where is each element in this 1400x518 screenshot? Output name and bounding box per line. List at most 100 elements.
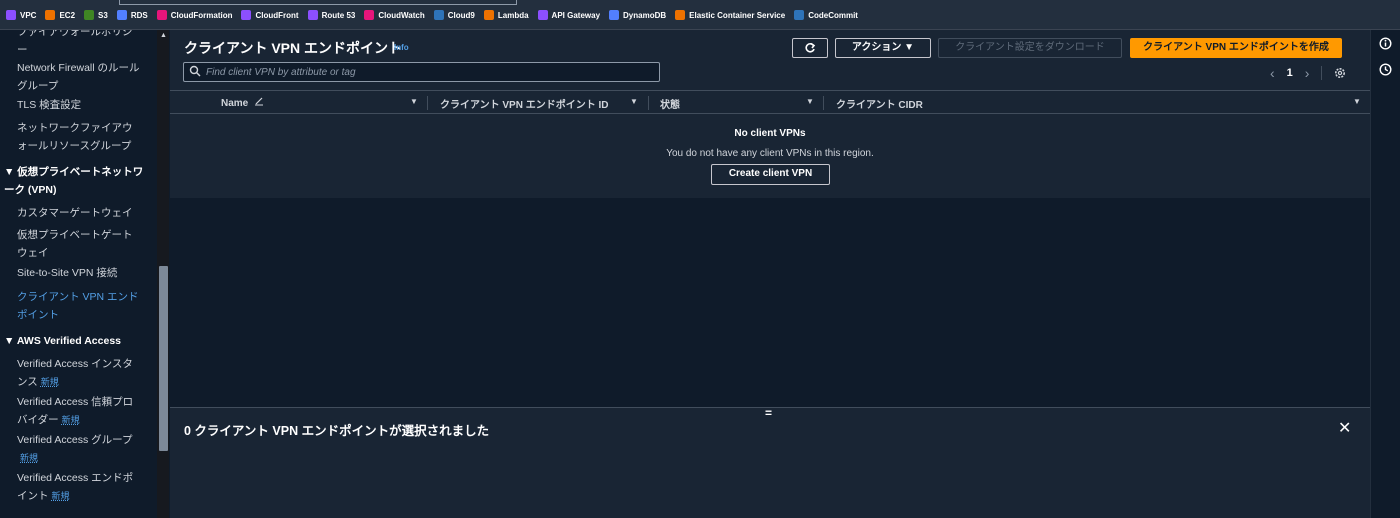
favorite-cloudfront[interactable]: CloudFront xyxy=(241,10,299,20)
split-panel-resize-handle[interactable]: = xyxy=(765,406,772,420)
favorite-s3[interactable]: S3 xyxy=(84,10,108,20)
favorite-codecommit[interactable]: CodeCommit xyxy=(794,10,858,20)
column-divider xyxy=(648,96,649,110)
column-header-name[interactable]: Name xyxy=(221,96,264,109)
search-input[interactable] xyxy=(206,65,646,79)
search-field[interactable] xyxy=(183,62,660,82)
service-icon xyxy=(609,10,620,20)
current-page[interactable]: 1 xyxy=(1287,67,1293,79)
favorite-api-gateway[interactable]: API Gateway xyxy=(537,10,600,20)
sidebar-item[interactable]: Site-to-Site VPN 接続 xyxy=(17,264,142,282)
column-divider xyxy=(823,96,824,110)
sidebar-item[interactable]: カスタマーゲートウェイ xyxy=(17,204,142,222)
sort-caret-icon[interactable]: ▼ xyxy=(410,97,418,106)
sort-caret-icon[interactable]: ▼ xyxy=(806,97,814,106)
service-icon xyxy=(45,10,56,20)
previous-page-icon[interactable]: ‹ xyxy=(1270,65,1275,81)
favorite-elastic-container-service[interactable]: Elastic Container Service xyxy=(675,10,785,20)
sidebar-item[interactable]: Verified Access グループ新規 xyxy=(17,431,142,467)
create-client-vpn-endpoint-button[interactable]: クライアント VPN エンドポイントを作成 xyxy=(1130,38,1342,58)
sidebar-item-label: カスタマーゲートウェイ xyxy=(17,207,133,219)
gear-icon[interactable] xyxy=(1334,67,1346,79)
right-rail xyxy=(1370,30,1400,518)
favorite-label: Route 53 xyxy=(321,10,356,20)
column-header-state[interactable]: 状態 xyxy=(660,96,680,111)
empty-state-title: No client VPNs xyxy=(734,128,806,139)
sidebar-item-label: Verified Access エンドポイント xyxy=(17,472,134,502)
sidebar-item[interactable]: Verified Access 信頼プロバイダー 新規 xyxy=(17,393,142,429)
favorite-label: VPC xyxy=(20,10,37,20)
main-content: クライアント VPN エンドポイント Info アクション ▼ クライアント設定… xyxy=(170,30,1370,518)
service-icon xyxy=(483,10,494,20)
sidebar-item-firewall-policy[interactable]: ファイアウォールポリシー xyxy=(17,30,142,59)
service-icon xyxy=(433,10,444,20)
sort-caret-icon[interactable]: ▼ xyxy=(1353,97,1361,106)
sidebar-item[interactable]: クライアント VPN エンドポイント xyxy=(17,288,142,324)
sidebar-item-label: Verified Access グループ xyxy=(17,434,133,446)
create-client-vpn-button[interactable]: Create client VPN xyxy=(711,164,830,185)
favorite-label: CloudFront xyxy=(255,10,299,20)
sidebar-item-label: Site-to-Site VPN 接続 xyxy=(17,267,118,279)
split-panel: = 0 クライアント VPN エンドポイントが選択されました ✕ xyxy=(170,406,1370,518)
sidebar-scroll-thumb[interactable] xyxy=(159,266,168,451)
sidebar-item[interactable]: ネットワークファイアウォールリソースグループ xyxy=(17,119,142,155)
next-page-icon[interactable]: › xyxy=(1305,65,1310,81)
column-header-endpoint-id[interactable]: クライアント VPN エンドポイント ID xyxy=(440,96,609,111)
favorite-ec2[interactable]: EC2 xyxy=(45,10,75,20)
favorite-label: CodeCommit xyxy=(808,10,858,20)
favorite-label: CloudWatch xyxy=(378,10,425,20)
new-badge: 新規 xyxy=(40,377,59,387)
favorites-list: VPC EC2 S3 RDS CloudFormation CloudFront Route… xyxy=(6,10,858,20)
favorite-label: S3 xyxy=(98,10,108,20)
sidebar-section-header[interactable]: ▼ 仮想プライベートネットワーク (VPN) xyxy=(4,163,144,199)
favorite-label: Elastic Container Service xyxy=(689,10,786,20)
page-title: クライアント VPN エンドポイント xyxy=(184,40,403,56)
search-icon xyxy=(189,65,201,77)
favorite-label: Lambda xyxy=(497,10,529,20)
sort-caret-icon[interactable]: ▼ xyxy=(630,97,638,106)
info-link[interactable]: Info xyxy=(394,43,409,52)
service-icon xyxy=(307,10,318,20)
clock-icon[interactable] xyxy=(1379,63,1392,76)
service-icon xyxy=(537,10,548,20)
service-icon xyxy=(241,10,252,20)
sidebar-item-label: クライアント VPN エンドポイント xyxy=(17,291,139,321)
favorite-label: RDS xyxy=(130,10,148,20)
service-icon xyxy=(6,10,16,20)
pagination: ‹ 1 › xyxy=(1270,65,1346,81)
close-icon[interactable]: ✕ xyxy=(1338,418,1351,438)
sidebar-item[interactable]: Verified Access エンドポイント 新規 xyxy=(17,469,142,505)
refresh-button[interactable] xyxy=(792,38,828,58)
sidebar-item-label: Verified Access インスタンス xyxy=(17,358,133,388)
service-icon xyxy=(364,10,375,20)
sidebar-item-label: ▼ 仮想プライベートネットワーク (VPN) xyxy=(4,166,144,196)
favorite-cloud9[interactable]: Cloud9 xyxy=(433,10,475,20)
favorite-cloudwatch[interactable]: CloudWatch xyxy=(364,10,425,20)
column-divider xyxy=(427,96,428,110)
new-badge: 新規 xyxy=(61,415,80,425)
service-icon xyxy=(675,10,686,20)
sidebar-item[interactable]: Network Firewall のルールグループ xyxy=(17,59,142,95)
scroll-up-icon[interactable]: ▲ xyxy=(159,32,168,40)
favorite-lambda[interactable]: Lambda xyxy=(483,10,529,20)
pager-divider xyxy=(1321,66,1323,80)
sidebar-item-label: ▼ AWS Verified Access xyxy=(4,335,121,347)
edit-icon xyxy=(255,97,264,106)
download-client-config-button[interactable]: クライアント設定をダウンロード xyxy=(938,38,1122,58)
sidebar-section-header[interactable]: ▼ AWS Verified Access xyxy=(4,332,144,350)
info-icon[interactable] xyxy=(1379,37,1392,50)
favorites-bar: VPC EC2 S3 RDS CloudFormation CloudFront Route… xyxy=(0,0,1400,30)
sidebar-item[interactable]: TLS 検査設定 xyxy=(17,96,142,114)
sidebar-item[interactable]: Verified Access インスタンス 新規 xyxy=(17,355,142,391)
actions-dropdown-button[interactable]: アクション ▼ xyxy=(835,38,931,58)
empty-state-message: You do not have any client VPNs in this … xyxy=(666,148,874,159)
favorite-cloudformation[interactable]: CloudFormation xyxy=(156,10,232,20)
favorite-vpc[interactable]: VPC xyxy=(6,10,36,20)
sidebar: ファイアウォールポリシー Network Firewall のルールグループ TL… xyxy=(0,30,157,518)
sidebar-item-label: 仮想プライベートゲートウェイ xyxy=(17,229,133,259)
sidebar-item[interactable]: 仮想プライベートゲートウェイ xyxy=(17,226,142,262)
favorite-route-53[interactable]: Route 53 xyxy=(307,10,356,20)
favorite-rds[interactable]: RDS xyxy=(116,10,148,20)
column-header-client-cidr[interactable]: クライアント CIDR xyxy=(836,96,923,111)
favorite-dynamodb[interactable]: DynamoDB xyxy=(609,10,666,20)
